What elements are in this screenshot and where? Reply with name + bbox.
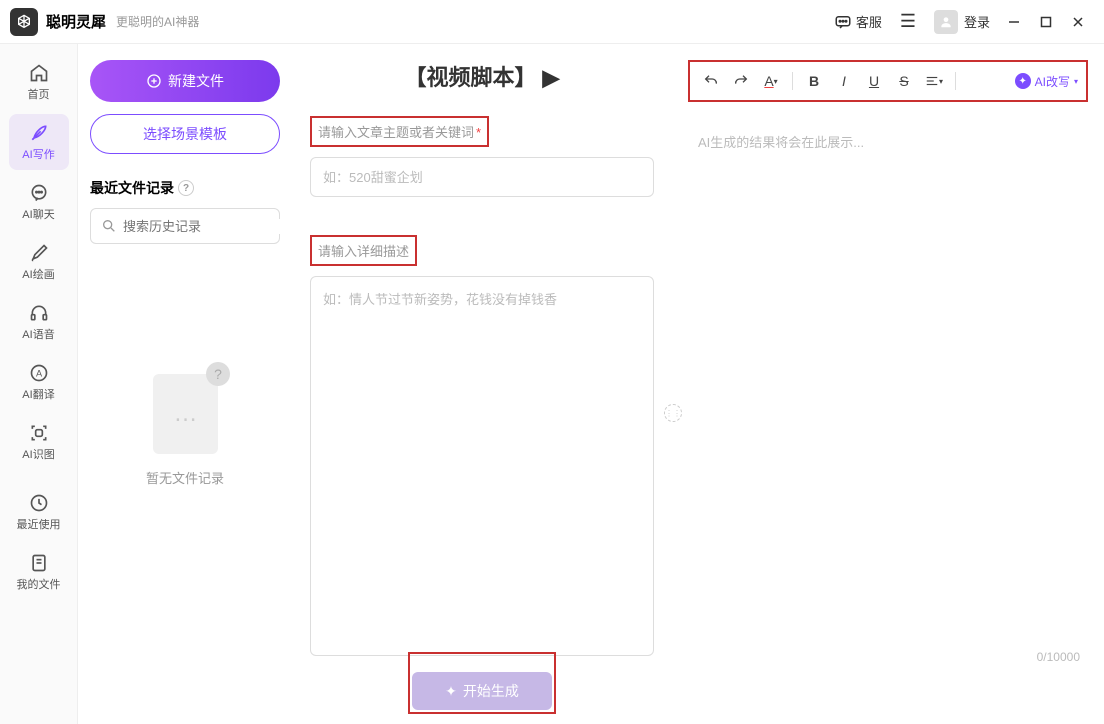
chat-bubble-icon: [834, 13, 852, 31]
undo-button[interactable]: [698, 68, 724, 94]
char-count: 0/10000: [1037, 650, 1080, 664]
sidebar-item-ocr[interactable]: AI识图: [9, 414, 69, 470]
ai-rewrite-button[interactable]: ✦ AI改写 ▾: [1015, 73, 1078, 90]
sidebar-item-label: AI绘画: [22, 266, 54, 282]
titlebar: 聪明灵犀 更聪明的AI神器 客服 ☰ 登录: [0, 0, 1104, 44]
sidebar-item-label: 首页: [28, 86, 50, 102]
subject-field-label: 请输入文章主题或者关键词*: [310, 116, 489, 147]
strikethrough-button[interactable]: S: [891, 68, 917, 94]
sidebar-item-label: AI聊天: [22, 206, 54, 222]
detail-field-label: 请输入详细描述: [310, 235, 417, 266]
sidebar-item-writing[interactable]: AI写作: [9, 114, 69, 170]
empty-state: … ? 暂无文件记录: [90, 364, 280, 487]
sidebar-item-label: AI语音: [22, 326, 54, 342]
underline-button[interactable]: U: [861, 68, 887, 94]
bold-button[interactable]: B: [801, 68, 827, 94]
customer-service-button[interactable]: 客服: [826, 8, 890, 35]
customer-service-label: 客服: [856, 12, 882, 31]
sidebar-item-chat[interactable]: AI聊天: [9, 174, 69, 230]
svg-text:A: A: [35, 368, 42, 378]
scan-icon: [29, 423, 49, 443]
login-button[interactable]: 登录: [926, 6, 998, 38]
window-maximize-button[interactable]: [1030, 6, 1062, 38]
sidebar-item-draw[interactable]: AI绘画: [9, 234, 69, 290]
generate-button[interactable]: ✦ 开始生成: [412, 672, 552, 710]
sidebar-item-label: AI翻译: [22, 386, 54, 402]
help-icon[interactable]: ?: [178, 180, 194, 196]
sidebar: 首页 AI写作 AI聊天 AI绘画 AI语音 A AI翻译 AI识图: [0, 44, 78, 724]
sidebar-item-myfiles[interactable]: 我的文件: [9, 544, 69, 600]
scene-template-button[interactable]: 选择场景模板: [90, 114, 280, 154]
empty-illustration-icon: … ?: [145, 364, 225, 454]
app-title: 聪明灵犀: [46, 11, 106, 32]
align-button[interactable]: ▾: [921, 68, 947, 94]
window-close-button[interactable]: [1062, 6, 1094, 38]
redo-button[interactable]: [728, 68, 754, 94]
recent-files-header: 最近文件记录 ?: [90, 178, 280, 198]
result-placeholder: AI生成的结果将会在此展示...: [698, 132, 1078, 151]
sidebar-item-home[interactable]: 首页: [9, 54, 69, 110]
recent-files-label: 最近文件记录: [90, 178, 174, 198]
page-title: 【视频脚本】▶: [310, 60, 654, 92]
plus-icon: [146, 73, 162, 89]
window-minimize-button[interactable]: [998, 6, 1030, 38]
detail-textarea[interactable]: [310, 276, 654, 656]
new-file-button[interactable]: 新建文件: [90, 60, 280, 102]
sidebar-item-label: 我的文件: [17, 576, 61, 592]
search-icon: [101, 218, 117, 234]
app-logo-icon: [10, 8, 38, 36]
avatar-icon: [934, 10, 958, 34]
italic-button[interactable]: I: [831, 68, 857, 94]
home-icon: [29, 63, 49, 83]
font-color-button[interactable]: A▾: [758, 68, 784, 94]
generate-button-highlight: ✦ 开始生成: [408, 652, 556, 714]
feather-icon: [29, 123, 49, 143]
brush-icon: [29, 243, 49, 263]
sidebar-item-voice[interactable]: AI语音: [9, 294, 69, 350]
translate-icon: A: [29, 363, 49, 383]
generate-label: 开始生成: [463, 681, 519, 701]
sidebar-item-label: AI写作: [22, 146, 54, 162]
menu-button[interactable]: ☰: [890, 7, 926, 36]
ai-rewrite-icon: ✦: [1015, 73, 1031, 89]
ai-rewrite-label: AI改写: [1035, 73, 1070, 90]
login-label: 登录: [964, 12, 990, 31]
left-panel: 新建文件 选择场景模板 最近文件记录 ? … ? 暂无文件记录: [78, 44, 292, 724]
search-input[interactable]: [123, 219, 299, 234]
file-icon: [29, 553, 49, 573]
sidebar-item-recent[interactable]: 最近使用: [9, 484, 69, 540]
clock-icon: [29, 493, 49, 513]
sparkle-icon: ✦: [445, 683, 457, 700]
subject-input[interactable]: [310, 157, 654, 197]
sidebar-item-label: AI识图: [22, 446, 54, 462]
mid-panel: 【视频脚本】▶ 请输入文章主题或者关键词* 请输入详细描述 ✦ 开始生成 ⋮⋮: [292, 44, 672, 724]
empty-text: 暂无文件记录: [146, 468, 224, 487]
sidebar-item-label: 最近使用: [17, 516, 61, 532]
chat-icon: [29, 183, 49, 203]
search-box[interactable]: [90, 208, 280, 244]
editor-toolbar: A▾ B I U S ▾ ✦ AI改写 ▾: [688, 60, 1088, 102]
play-arrow-icon[interactable]: ▶: [543, 65, 560, 90]
right-panel: A▾ B I U S ▾ ✦ AI改写 ▾ AI生成的结果将会在此展示... 0…: [672, 44, 1104, 724]
result-area[interactable]: AI生成的结果将会在此展示... 0/10000: [688, 122, 1088, 672]
sidebar-item-translate[interactable]: A AI翻译: [9, 354, 69, 410]
new-file-label: 新建文件: [168, 71, 224, 91]
app-subtitle: 更聪明的AI神器: [116, 13, 199, 30]
headphone-icon: [29, 303, 49, 323]
